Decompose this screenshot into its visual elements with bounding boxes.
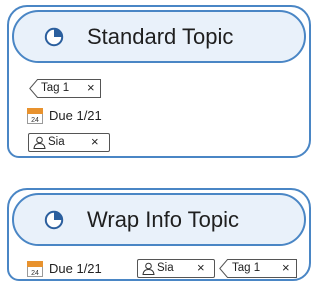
tag-label: Tag 1: [232, 262, 261, 274]
due-date[interactable]: 24 Due 1/21: [27, 107, 147, 125]
topic-card-standard[interactable]: Standard Topic Tag 1 × 24 Due 1/21 Sia ×: [7, 5, 311, 158]
tag-chip[interactable]: Tag 1 ×: [29, 79, 101, 98]
calendar-icon: 24: [27, 261, 43, 277]
assignee-remove-button[interactable]: ×: [197, 259, 205, 276]
assignee-remove-button[interactable]: ×: [91, 133, 99, 150]
topic-header[interactable]: Standard Topic: [12, 10, 306, 63]
calendar-icon: 24: [27, 108, 43, 124]
person-icon: [33, 136, 46, 149]
tag-label: Tag 1: [41, 82, 70, 94]
assignee-label: Sia: [48, 136, 65, 148]
tag-chip[interactable]: Tag 1 ×: [219, 259, 297, 278]
tag-remove-button[interactable]: ×: [282, 259, 290, 276]
due-label: Due 1/21: [49, 108, 102, 123]
calendar-day-text: 24: [31, 270, 39, 277]
progress-pie-icon[interactable]: [44, 27, 64, 47]
topic-title[interactable]: Wrap Info Topic: [87, 207, 239, 233]
calendar-day-text: 24: [31, 117, 39, 124]
person-icon: [142, 262, 155, 275]
assignee-label: Sia: [157, 262, 174, 274]
topic-title[interactable]: Standard Topic: [87, 24, 233, 50]
due-date[interactable]: 24 Due 1/21: [27, 260, 137, 278]
assignee-chip[interactable]: Sia ×: [28, 133, 110, 152]
topic-card-wrap-info[interactable]: Wrap Info Topic 24 Due 1/21 Sia × Tag 1 …: [7, 188, 311, 281]
tag-remove-button[interactable]: ×: [87, 79, 95, 96]
topic-header[interactable]: Wrap Info Topic: [12, 193, 306, 246]
assignee-chip[interactable]: Sia ×: [137, 259, 215, 278]
due-label: Due 1/21: [49, 261, 102, 276]
progress-pie-icon[interactable]: [44, 210, 64, 230]
